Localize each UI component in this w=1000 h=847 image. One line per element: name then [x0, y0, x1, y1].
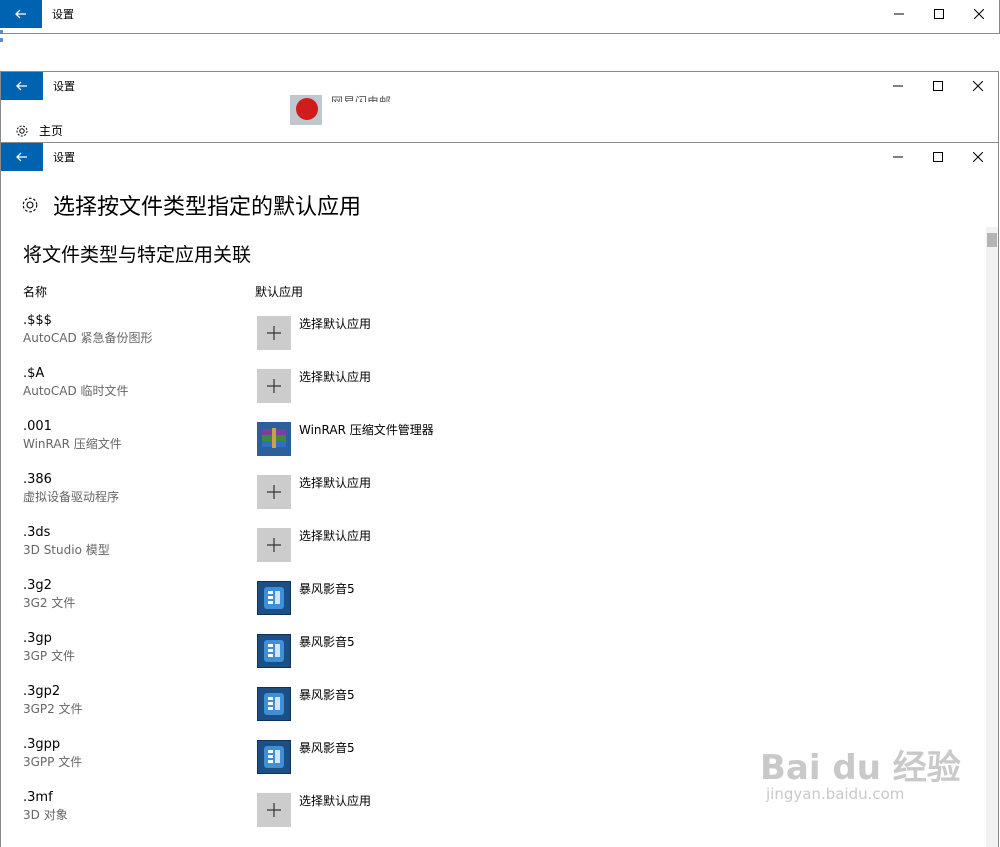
file-type-description: 3G2 文件 — [23, 596, 76, 610]
default-app-label[interactable]: 暴风影音5 — [299, 633, 355, 650]
file-type-description: 3GP2 文件 — [23, 702, 83, 716]
file-extension: .3g2 — [23, 578, 52, 593]
winrar-icon[interactable] — [257, 422, 291, 456]
window-edge-mark — [0, 30, 3, 34]
file-extension: .$A — [23, 366, 45, 381]
maximize-icon — [933, 81, 943, 91]
minimize-button[interactable] — [879, 0, 919, 28]
back-button[interactable] — [1, 143, 43, 171]
maximize-icon — [934, 9, 944, 19]
back-arrow-icon — [15, 9, 26, 19]
title-bar: 设置 — [1, 143, 998, 171]
file-extension: .3mf — [23, 790, 53, 805]
gear-icon — [22, 197, 38, 213]
file-extension: .386 — [23, 472, 52, 487]
plus-icon[interactable] — [257, 316, 291, 350]
plus-icon[interactable] — [257, 369, 291, 403]
maximize-button[interactable] — [919, 0, 959, 28]
default-app-label[interactable]: 暴风影音5 — [299, 739, 355, 756]
file-extension: .3gp2 — [23, 684, 61, 699]
file-type-description: 3GPP 文件 — [23, 755, 83, 769]
close-button[interactable] — [958, 143, 998, 171]
close-icon — [974, 9, 984, 19]
minimize-button[interactable] — [878, 143, 918, 171]
file-type-row: .3ds 3D Studio 模型 选择默认应用 — [1, 525, 981, 578]
file-extension: .3gpp — [23, 737, 61, 752]
page-title: 选择按文件类型指定的默认应用 — [53, 195, 362, 220]
window-title: 设置 — [53, 80, 75, 93]
file-type-description: 虚拟设备驱动程序 — [23, 490, 120, 504]
baofeng-icon[interactable] — [257, 581, 291, 615]
back-arrow-icon — [16, 152, 27, 162]
file-type-description: AutoCAD 临时文件 — [23, 384, 129, 398]
default-app-label[interactable]: 暴风影音5 — [299, 686, 355, 703]
plus-icon[interactable] — [257, 793, 291, 827]
column-header-name: 名称 — [23, 285, 48, 299]
file-type-row: .$$$ AutoCAD 紧急备份图形 选择默认应用 — [1, 313, 981, 366]
back-arrow-icon — [16, 81, 27, 91]
window-title: 设置 — [53, 151, 75, 164]
file-type-description: 3D Studio 模型 — [23, 543, 110, 557]
scrollbar[interactable] — [986, 227, 998, 847]
file-type-row: .3g2 3G2 文件 暴风影音5 — [1, 578, 981, 631]
baofeng-icon[interactable] — [257, 634, 291, 668]
title-bar: 设置 — [1, 72, 998, 100]
minimize-icon — [893, 156, 903, 158]
file-type-row: .3gp2 3GP2 文件 暴风影音5 — [1, 684, 981, 737]
file-type-description: WinRAR 压缩文件 — [23, 437, 122, 451]
settings-window-top: 设置 — [0, 0, 1000, 34]
default-app-label[interactable]: 暴风影音5 — [299, 580, 355, 597]
settings-window-middle: 设置 网易闪电邮 主页 — [0, 71, 999, 143]
close-button[interactable] — [959, 0, 999, 28]
window-title: 设置 — [52, 8, 74, 21]
home-label: 主页 — [39, 124, 64, 138]
close-icon — [973, 81, 983, 91]
app-name-partial: 网易闪电邮 — [331, 95, 392, 102]
file-type-row: .$A AutoCAD 临时文件 选择默认应用 — [1, 366, 981, 419]
default-app-label[interactable]: 选择默认应用 — [299, 315, 371, 332]
gear-icon — [16, 125, 28, 136]
maximize-button[interactable] — [918, 143, 958, 171]
column-header-default-app: 默认应用 — [255, 285, 304, 299]
home-nav-item[interactable]: 主页 — [15, 122, 63, 139]
file-type-description: 3D 对象 — [23, 808, 68, 822]
file-extension: .001 — [23, 419, 52, 434]
minimize-button[interactable] — [878, 72, 918, 100]
default-app-label[interactable]: 选择默认应用 — [299, 527, 371, 544]
scrollbar-thumb[interactable] — [987, 233, 997, 247]
back-button[interactable] — [0, 0, 42, 28]
baofeng-icon[interactable] — [257, 687, 291, 721]
minimize-icon — [894, 13, 904, 15]
watermark-main: Bai du 经验 — [760, 748, 961, 788]
maximize-icon — [933, 152, 943, 162]
window-edge-mark — [0, 38, 3, 42]
file-type-row: .001 WinRAR 压缩文件 WinRAR 压缩文件管理器 — [1, 419, 981, 472]
netease-mail-icon — [290, 95, 322, 125]
default-app-label[interactable]: 选择默认应用 — [299, 474, 371, 491]
default-app-label[interactable]: 选择默认应用 — [299, 792, 371, 809]
maximize-button[interactable] — [918, 72, 958, 100]
baofeng-icon[interactable] — [257, 740, 291, 774]
file-type-description: AutoCAD 紧急备份图形 — [23, 331, 153, 345]
section-title: 将文件类型与特定应用关联 — [23, 244, 252, 266]
minimize-icon — [893, 85, 903, 87]
close-button[interactable] — [958, 72, 998, 100]
file-extension: .3gp — [23, 631, 52, 646]
file-extension: .3ds — [23, 525, 51, 540]
file-type-row: .386 虚拟设备驱动程序 选择默认应用 — [1, 472, 981, 525]
plus-icon[interactable] — [257, 475, 291, 509]
baidu-watermark: Bai du 经验 jingyan.baidu.com — [760, 740, 961, 803]
file-extension: .$$$ — [23, 313, 52, 328]
file-type-row: .3gp 3GP 文件 暴风影音5 — [1, 631, 981, 684]
title-bar: 设置 — [0, 0, 999, 28]
default-app-label[interactable]: 选择默认应用 — [299, 368, 371, 385]
back-button[interactable] — [1, 72, 43, 100]
plus-icon[interactable] — [257, 528, 291, 562]
page-heading: 选择按文件类型指定的默认应用 — [21, 189, 361, 221]
file-type-description: 3GP 文件 — [23, 649, 75, 663]
close-icon — [973, 152, 983, 162]
default-app-label[interactable]: WinRAR 压缩文件管理器 — [299, 421, 434, 438]
